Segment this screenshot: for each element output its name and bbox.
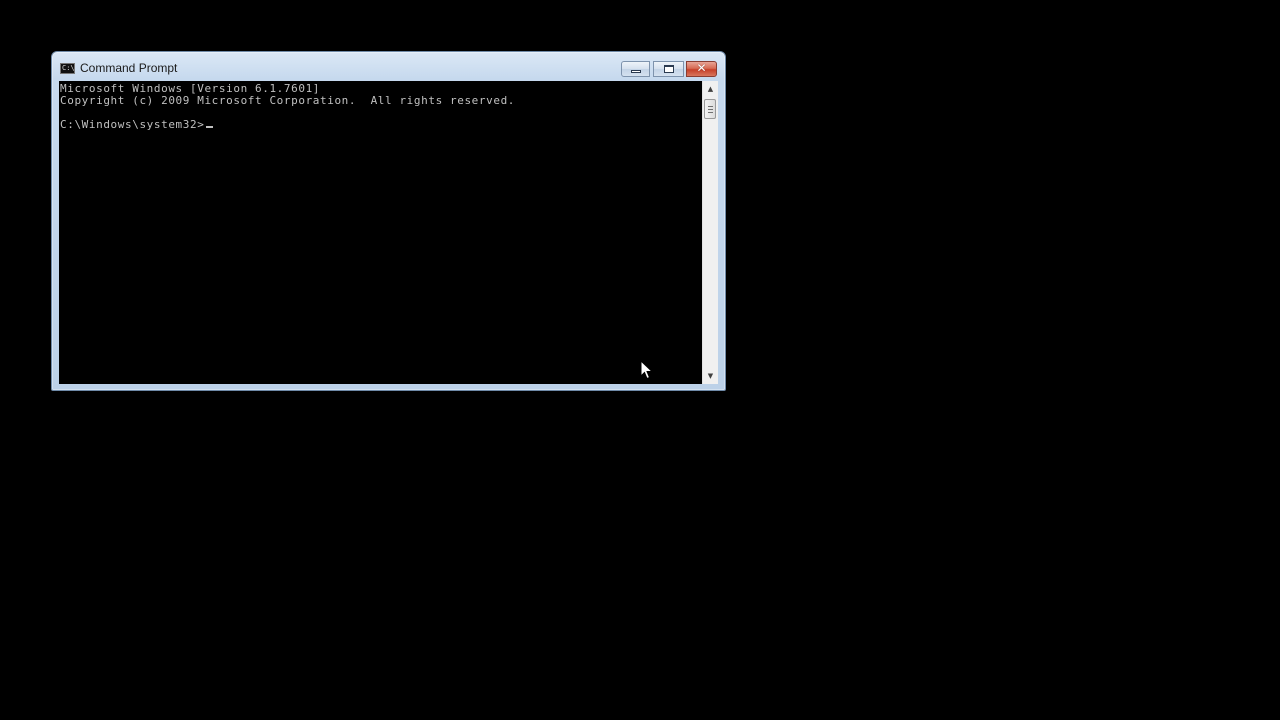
title-bar[interactable]: C:\ Command Prompt ✕ [52, 52, 725, 82]
minimize-button[interactable] [621, 61, 650, 77]
prompt-path: C:\Windows\system32> [60, 118, 205, 131]
console-output[interactable]: Microsoft Windows [Version 6.1.7601] Cop… [59, 81, 702, 384]
desktop: C:\ Command Prompt ✕ Microsoft Windows [… [0, 0, 1280, 720]
command-prompt-line[interactable]: C:\Windows\system32> [60, 118, 214, 131]
minimize-icon [631, 70, 641, 73]
scroll-thumb[interactable] [704, 99, 716, 119]
close-icon: ✕ [696, 61, 707, 75]
close-button[interactable]: ✕ [686, 61, 717, 77]
grip-line [708, 112, 713, 113]
command-prompt-window[interactable]: C:\ Command Prompt ✕ Microsoft Windows [… [51, 51, 726, 391]
window-title: Command Prompt [80, 61, 178, 75]
grip-line [708, 106, 713, 107]
maximize-button[interactable] [653, 61, 684, 77]
text-cursor [206, 126, 214, 128]
mouse-pointer-icon [640, 360, 654, 380]
vertical-scrollbar[interactable]: ▲ ▼ [702, 81, 718, 384]
scroll-up-arrow-icon[interactable]: ▲ [703, 81, 718, 97]
scroll-down-arrow-icon[interactable]: ▼ [703, 368, 718, 384]
grip-line [708, 109, 713, 110]
cmd-app-icon[interactable]: C:\ [60, 63, 75, 74]
maximize-icon [664, 65, 674, 73]
console-line-copyright: Copyright (c) 2009 Microsoft Corporation… [60, 94, 516, 107]
